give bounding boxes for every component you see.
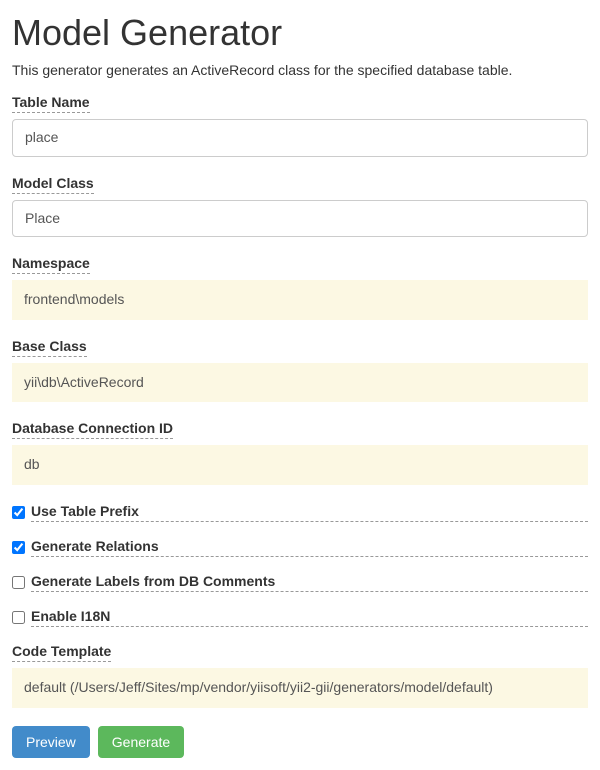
generate-relations-label: Generate Relations <box>31 538 588 557</box>
page-description: This generator generates an ActiveRecord… <box>12 62 588 78</box>
table-name-label: Table Name <box>12 94 90 113</box>
page-title: Model Generator <box>12 12 588 54</box>
table-name-input[interactable] <box>12 119 588 157</box>
namespace-input[interactable]: frontend\models <box>12 280 588 320</box>
db-connection-label: Database Connection ID <box>12 420 173 439</box>
namespace-label: Namespace <box>12 255 90 274</box>
model-class-input[interactable] <box>12 200 588 238</box>
preview-button[interactable]: Preview <box>12 726 90 758</box>
code-template-label: Code Template <box>12 643 111 662</box>
enable-i18n-label: Enable I18N <box>31 608 588 627</box>
generate-labels-checkbox[interactable] <box>12 576 25 589</box>
base-class-input[interactable]: yii\db\ActiveRecord <box>12 363 588 403</box>
use-table-prefix-checkbox[interactable] <box>12 506 25 519</box>
model-class-label: Model Class <box>12 175 94 194</box>
enable-i18n-checkbox[interactable] <box>12 611 25 624</box>
generate-labels-label: Generate Labels from DB Comments <box>31 573 588 592</box>
db-connection-input[interactable]: db <box>12 445 588 485</box>
code-template-input[interactable]: default (/Users/Jeff/Sites/mp/vendor/yii… <box>12 668 588 708</box>
use-table-prefix-label: Use Table Prefix <box>31 503 588 522</box>
base-class-label: Base Class <box>12 338 87 357</box>
generate-button[interactable]: Generate <box>98 726 184 758</box>
generate-relations-checkbox[interactable] <box>12 541 25 554</box>
